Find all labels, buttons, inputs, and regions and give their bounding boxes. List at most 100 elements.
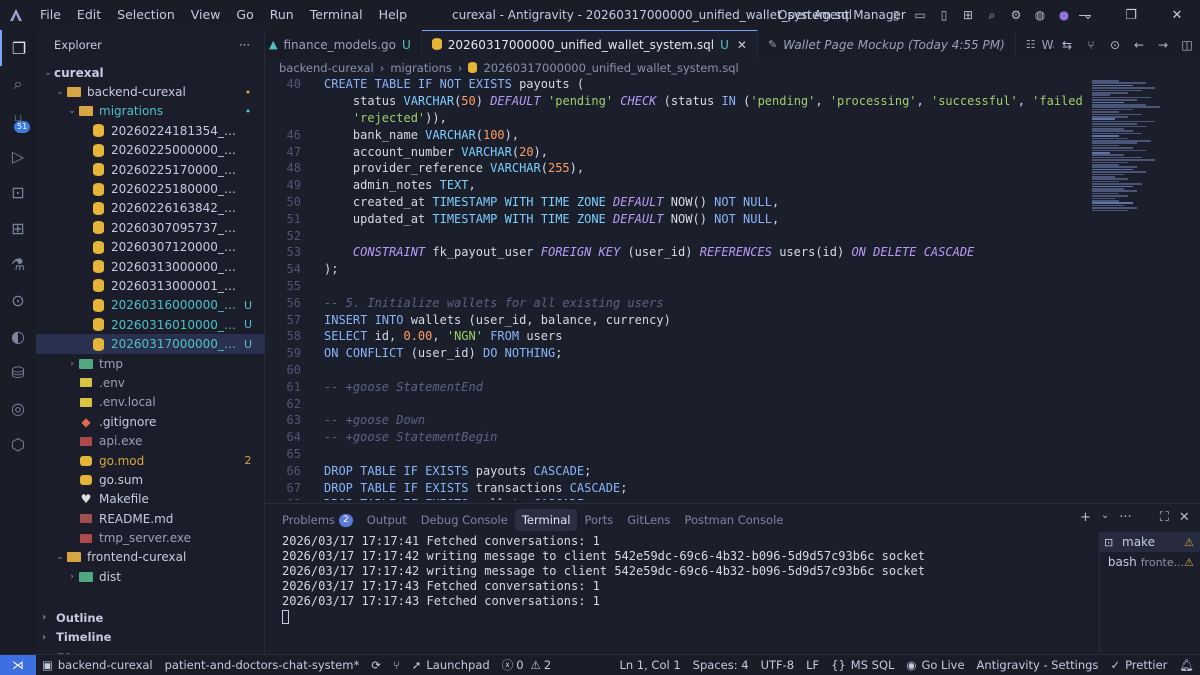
panel-tab-debug-console[interactable]: Debug Console <box>414 509 515 531</box>
tree-item[interactable]: 20260225170000_create_docto... <box>36 160 265 179</box>
section-timeline[interactable]: › Timeline <box>36 627 265 646</box>
terminal-output[interactable]: 2026/03/17 17:17:41 Fetched conversation… <box>282 534 1082 624</box>
editor-tab[interactable]: 20260317000000_unified_wallet_system.sql… <box>421 30 758 59</box>
layout-sidebar-icon[interactable]: ▯ <box>886 5 906 25</box>
tree-item[interactable]: 20260316000000_paid_ap... U <box>36 296 265 315</box>
git-branch-icon[interactable]: ⑂ <box>1082 38 1100 52</box>
section-outline[interactable]: › Outline <box>36 608 265 627</box>
tree-item[interactable]: .env <box>36 373 265 392</box>
editor-tab[interactable]: ▲ finance_models.go U <box>265 30 422 59</box>
tree-item[interactable]: go.sum <box>36 470 265 489</box>
tree-item[interactable]: › tmp <box>36 354 265 373</box>
minimize-icon[interactable]: — <box>1062 0 1108 30</box>
menu-go[interactable]: Go <box>228 0 261 30</box>
layout-panel-icon[interactable]: ▭ <box>910 5 930 25</box>
tree-item[interactable]: README.md <box>36 509 265 528</box>
terminal-instance[interactable]: bash fronte... ⚠ <box>1100 552 1200 572</box>
tree-item[interactable]: go.mod 2 <box>36 451 265 470</box>
workspace-folder[interactable]: ▣ backend-curexal <box>36 658 159 672</box>
tree-item[interactable]: 20260226163842_patient_mod... <box>36 199 265 218</box>
menu-run[interactable]: Run <box>262 0 302 30</box>
tree-item[interactable]: ⌄ migrations • <box>36 102 265 121</box>
breadcrumb-folder[interactable]: migrations <box>390 61 452 75</box>
tree-item[interactable]: ⌄ backend-curexal • <box>36 82 265 101</box>
settings-gear-icon[interactable]: ⚙ <box>1006 5 1026 25</box>
prettier[interactable]: ✓ Prettier <box>1104 658 1173 672</box>
database-icon[interactable]: ⛁ <box>0 354 36 390</box>
close-tab-icon[interactable]: ✕ <box>737 38 747 52</box>
remote-explorer-icon[interactable]: ⊡ <box>0 174 36 210</box>
minimap[interactable] <box>1088 76 1200 500</box>
panel-tab-problems[interactable]: Problems 2 <box>275 509 360 531</box>
close-icon[interactable]: ✕ <box>1154 0 1200 30</box>
cursor-position[interactable]: Ln 1, Col 1 <box>613 658 686 672</box>
menu-view[interactable]: View <box>183 0 229 30</box>
search-icon[interactable]: ⌕ <box>0 66 36 102</box>
split-editor-icon[interactable]: ◫ <box>1178 38 1196 52</box>
explorer-files-icon[interactable]: ❐ <box>0 30 36 66</box>
package-box-icon[interactable]: ⬡ <box>0 426 36 462</box>
encoding[interactable]: UTF-8 <box>755 658 801 672</box>
chevron-down-icon[interactable]: ⌄ <box>1101 510 1109 525</box>
maximize-panel-icon[interactable]: ⛶ <box>1160 510 1169 525</box>
tree-item[interactable]: .env.local <box>36 393 265 412</box>
panel-tab-ports[interactable]: Ports <box>577 509 620 531</box>
extensions-icon[interactable]: ⊞ <box>0 210 36 246</box>
docker-icon[interactable]: ◐ <box>0 318 36 354</box>
gitlens-icon[interactable]: ⊙ <box>0 282 36 318</box>
tree-item[interactable]: ♥ Makefile <box>36 490 265 509</box>
git-graph-icon[interactable]: ⑂ <box>387 658 406 672</box>
breadcrumb-file[interactable]: 20260317000000_unified_wallet_system.sql <box>483 61 738 75</box>
notifications-bell-icon[interactable]: 🔔︎ <box>1173 658 1200 672</box>
panel-tab-gitlens[interactable]: GitLens <box>620 509 677 531</box>
tree-item[interactable]: ⌄ frontend-curexal <box>36 548 265 567</box>
tree-item[interactable]: 20260307095737_create_chat_... <box>36 218 265 237</box>
globe-icon[interactable]: ◍ <box>1030 5 1050 25</box>
antigravity-icon[interactable]: ◎ <box>0 390 36 426</box>
compare-icon[interactable]: ⇆ <box>1058 38 1076 52</box>
go-live[interactable]: ◉ Go Live <box>900 658 970 672</box>
tree-item[interactable]: 20260225180000_extend_doct... <box>36 179 265 198</box>
launchpad[interactable]: ➚ Launchpad <box>406 658 496 672</box>
testing-flask-icon[interactable]: ⚗ <box>0 246 36 282</box>
go-back-icon[interactable]: ← <box>1130 38 1148 52</box>
panel-tab-terminal[interactable]: Terminal <box>514 509 578 531</box>
language-mode[interactable]: {} MS SQL <box>825 658 900 672</box>
more-actions-icon[interactable]: ··· <box>1119 510 1131 525</box>
tree-item[interactable]: 20260307120000_add_is_online... <box>36 238 265 257</box>
tree-item[interactable]: 20260317000000_unified_... U <box>36 334 265 354</box>
source-control-icon[interactable]: ⑂ 51 <box>0 102 36 138</box>
menu-terminal[interactable]: Terminal <box>302 0 371 30</box>
layout-secondary-icon[interactable]: ▯ <box>934 5 954 25</box>
search-icon[interactable]: ⌕ <box>982 5 1002 25</box>
end-of-line[interactable]: LF <box>800 658 825 672</box>
editor-tab[interactable]: ✎ Wallet Page Mockup (Today 4:55 PM) <box>758 30 1016 59</box>
menu-file[interactable]: File <box>32 0 69 30</box>
panel-tab-output[interactable]: Output <box>360 509 414 531</box>
tree-item[interactable]: 20260225000000_add_email_ve... <box>36 141 265 160</box>
tree-item[interactable]: 20260224181354_add_super_a... <box>36 121 265 140</box>
menu-selection[interactable]: Selection <box>109 0 183 30</box>
remote-indicator-icon[interactable]: ⋊ <box>0 654 36 675</box>
tree-item[interactable]: › dist <box>36 567 265 586</box>
tree-item[interactable]: ◆ .gitignore <box>36 412 265 431</box>
terminal-instance[interactable]: ⊡ make ⚠ <box>1100 532 1200 552</box>
tree-item[interactable]: api.exe <box>36 431 265 450</box>
tree-item[interactable]: 20260316010000_addition... U <box>36 315 265 334</box>
restore-icon[interactable]: ❐ <box>1108 0 1154 30</box>
tree-item[interactable]: 20260313000000_create_conve... <box>36 257 265 276</box>
problems-status[interactable]: ⓧ 0 ⚠ 2 <box>496 657 557 673</box>
close-panel-icon[interactable]: ✕ <box>1179 510 1190 525</box>
go-forward-icon[interactable]: → <box>1154 38 1172 52</box>
tree-item[interactable]: ⌄ curexal <box>36 63 265 82</box>
indentation[interactable]: Spaces: 4 <box>687 658 755 672</box>
sync-icon[interactable]: ⟳ <box>365 658 387 672</box>
antigravity-settings[interactable]: Antigravity - Settings <box>971 658 1105 672</box>
new-terminal-plus-icon[interactable]: + <box>1080 510 1091 525</box>
git-branch[interactable]: patient-and-doctors-chat-system* <box>159 658 366 672</box>
menu-edit[interactable]: Edit <box>69 0 109 30</box>
menu-help[interactable]: Help <box>371 0 416 30</box>
more-actions-icon[interactable]: ··· <box>239 38 250 52</box>
tree-item[interactable]: tmp_server.exe <box>36 528 265 547</box>
panel-tab-postman-console[interactable]: Postman Console <box>677 509 790 531</box>
